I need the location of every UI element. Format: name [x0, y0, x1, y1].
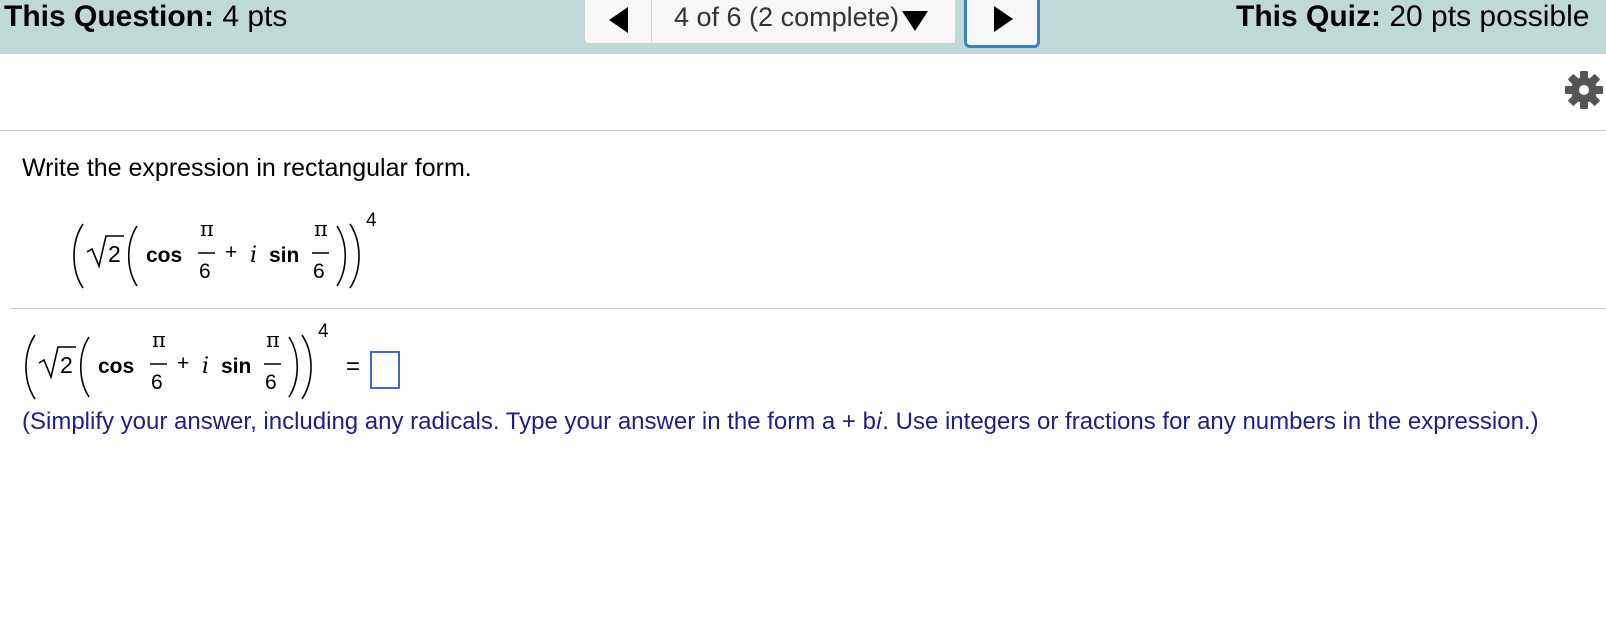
prev-arrow-icon — [609, 7, 628, 33]
cos-numerator: π — [200, 217, 214, 241]
exponent-text: 4 — [366, 210, 377, 231]
sin-label: sin — [221, 355, 251, 378]
next-arrow-icon — [994, 6, 1013, 32]
cos-denominator: 6 — [199, 260, 211, 283]
plus-sign: + — [225, 241, 237, 264]
question-points: This Question: 4 pts — [4, 0, 287, 34]
answer-hint: (Simplify your answer, including any rad… — [22, 408, 1539, 435]
sin-numerator: π — [266, 328, 280, 352]
next-question-button[interactable] — [964, 0, 1040, 48]
imag-unit: i — [250, 243, 257, 268]
question-points-value: 4 pts — [222, 0, 288, 33]
radicand-text: 2 — [108, 241, 121, 267]
question-position-text: 4 of 6 (2 complete) — [674, 2, 900, 32]
question-points-label: This Question: — [4, 0, 214, 33]
radicand-text: 2 — [60, 352, 73, 378]
question-expression: 2 cos π 6 + i sin π 6 4 — [70, 206, 400, 302]
answer-expression: 2 cos π 6 + i sin π 6 4 — [22, 317, 352, 413]
question-navigation: 4 of 6 (2 complete) — [584, 0, 1040, 48]
section-separator — [10, 308, 1606, 309]
question-selector[interactable]: 4 of 6 (2 complete) — [651, 0, 956, 44]
exponent-text: 4 — [318, 321, 329, 342]
plus-sign: + — [177, 352, 189, 375]
equals-sign: = — [346, 353, 361, 380]
quiz-points: This Quiz: 20 pts possible — [1236, 0, 1589, 34]
quiz-points-label: This Quiz: — [1236, 0, 1381, 33]
question-instruction: Write the expression in rectangular form… — [22, 154, 472, 182]
previous-question-button[interactable] — [584, 0, 652, 44]
cos-numerator: π — [152, 328, 166, 352]
sin-numerator: π — [314, 217, 328, 241]
sin-denominator: 6 — [313, 260, 325, 283]
quiz-points-value: 20 pts possible — [1389, 0, 1590, 33]
cos-label: cos — [146, 244, 182, 267]
dropdown-arrow-icon — [902, 11, 928, 31]
cos-denominator: 6 — [151, 371, 163, 394]
header-bar: This Question: 4 pts 4 of 6 (2 complete)… — [0, 0, 1606, 54]
imag-unit: i — [202, 354, 209, 379]
header-separator — [0, 130, 1606, 131]
cos-label: cos — [98, 355, 134, 378]
gear-icon[interactable] — [1564, 70, 1604, 110]
sin-denominator: 6 — [265, 371, 277, 394]
answer-input[interactable] — [370, 351, 400, 389]
sin-label: sin — [269, 244, 299, 267]
